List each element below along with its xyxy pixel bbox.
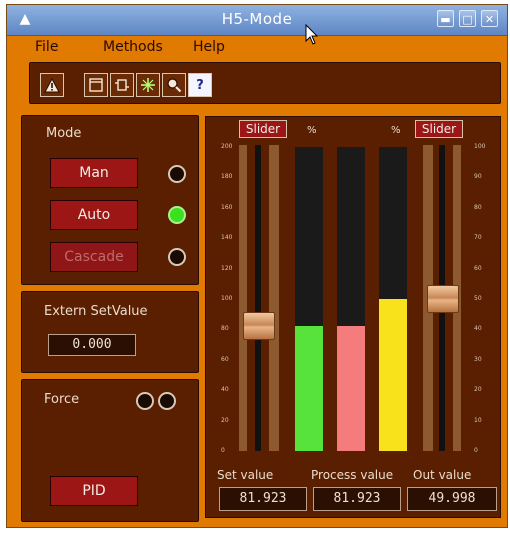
crosshair-icon	[141, 78, 155, 92]
left-axis-tick-label: 0	[221, 447, 225, 454]
close-icon: ✕	[484, 13, 495, 26]
menu-methods[interactable]: Methods	[103, 39, 163, 55]
left-slider-track-side	[269, 145, 279, 451]
percent-label-left: %	[307, 125, 317, 136]
right-slider-thumb[interactable]	[427, 285, 459, 313]
pid-button[interactable]: PID	[50, 476, 138, 506]
mode-label: Mode	[46, 126, 82, 141]
percent-label-right: %	[391, 125, 401, 136]
function-block-button[interactable]	[110, 73, 134, 97]
right-axis-tick-label: 10	[474, 416, 482, 424]
man-button[interactable]: Man	[50, 158, 138, 188]
function-block-icon	[115, 79, 129, 91]
right-axis-tick-label: 50	[474, 295, 482, 302]
warning-button[interactable]	[40, 73, 64, 97]
force-panel: Force PID	[21, 379, 199, 522]
auto-indicator	[168, 206, 186, 224]
man-indicator	[168, 165, 186, 183]
menu-file[interactable]: File	[35, 39, 58, 55]
right-slider-label: Slider	[415, 120, 463, 138]
window-button[interactable]	[84, 73, 108, 97]
maximize-icon: □	[462, 13, 473, 26]
out-value-label: Out value	[413, 468, 472, 482]
out-value-readout: 49.998	[407, 487, 497, 511]
left-slider-groove[interactable]	[255, 145, 261, 451]
right-axis-tick-label: 80	[474, 203, 482, 211]
force-label: Force	[44, 392, 80, 407]
right-axis-tick-label: 90	[474, 173, 482, 181]
left-axis-tick-label: 180	[221, 173, 233, 181]
crosshair-button[interactable]	[136, 73, 160, 97]
cascade-button[interactable]: Cascade	[50, 242, 138, 272]
extern-setvalue-field[interactable]: 0.000	[48, 334, 136, 356]
force-indicator-2	[158, 392, 176, 410]
right-axis-tick-label: 100	[474, 143, 486, 150]
set-value-readout: 81.923	[219, 487, 307, 511]
mode-panel: Mode Man Auto Cascade	[21, 115, 199, 285]
extern-setvalue-label: Extern SetValue	[44, 304, 148, 319]
left-slider-label: Slider	[239, 120, 287, 138]
right-axis-tick-label: 0	[474, 447, 478, 454]
out-value-bar	[379, 299, 407, 451]
menu-help[interactable]: Help	[193, 39, 225, 55]
close-button[interactable]: ✕	[481, 10, 498, 27]
force-indicator-1	[136, 392, 154, 410]
left-axis-tick-label: 160	[221, 203, 233, 211]
left-axis-tick-label: 20	[221, 416, 229, 424]
toolbar: ?	[29, 62, 501, 104]
left-axis-tick-label: 80	[221, 325, 229, 333]
process-value-bar	[337, 326, 365, 451]
hs-mode-window: ▲ H5-Mode ▬ □ ✕ File Methods Help ? Mode…	[6, 4, 508, 528]
auto-button[interactable]: Auto	[50, 200, 138, 230]
maximize-button[interactable]: □	[459, 10, 476, 27]
right-axis-tick-label: 30	[474, 355, 482, 363]
set-value-bar	[295, 326, 323, 451]
minimize-icon: ▬	[440, 13, 451, 26]
left-axis-tick-label: 200	[221, 143, 233, 150]
help-icon: ?	[196, 77, 204, 93]
right-axis-tick-label: 60	[474, 264, 482, 272]
left-axis-tick-label: 120	[221, 264, 233, 272]
process-value-readout: 81.923	[313, 487, 401, 511]
warning-icon	[44, 77, 60, 92]
mouse-cursor-icon	[305, 24, 319, 45]
left-slider-thumb[interactable]	[243, 312, 275, 341]
minimize-button[interactable]: ▬	[437, 10, 454, 27]
title-bar[interactable]: ▲ H5-Mode ▬ □ ✕	[7, 5, 507, 36]
left-axis-tick-label: 140	[221, 234, 233, 242]
right-axis-tick-label: 70	[474, 234, 482, 242]
extern-setvalue-panel: Extern SetValue 0.000	[21, 291, 199, 373]
window-icon	[89, 78, 103, 92]
zoom-icon	[167, 78, 182, 93]
window-title: H5-Mode	[221, 10, 293, 28]
cascade-indicator	[168, 248, 186, 266]
set-value-label: Set value	[217, 468, 274, 482]
left-axis-tick-label: 60	[221, 355, 229, 363]
left-slider-track-outer	[239, 145, 247, 451]
zoom-button[interactable]	[162, 73, 186, 97]
menu-bar: File Methods Help	[7, 36, 507, 58]
process-value-label: Process value	[311, 468, 394, 482]
left-axis-tick-label: 100	[221, 295, 233, 302]
right-axis-tick-label: 40	[474, 325, 482, 333]
left-axis-tick-label: 40	[221, 386, 229, 394]
help-button[interactable]: ?	[188, 73, 212, 97]
right-axis-tick-label: 20	[474, 386, 482, 394]
